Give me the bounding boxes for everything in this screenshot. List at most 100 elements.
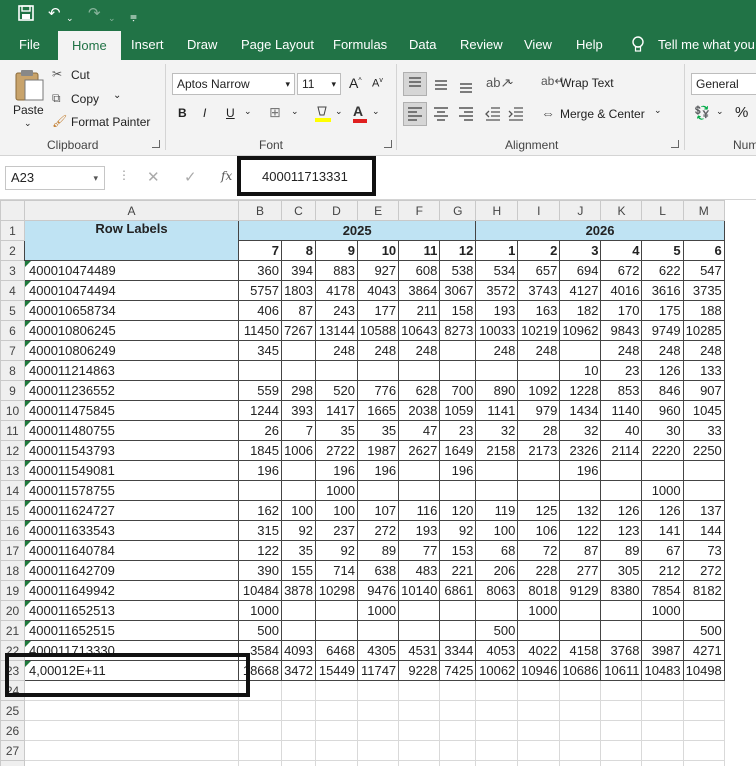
value-cell[interactable]: 125 (517, 500, 561, 521)
value-cell[interactable]: 137 (682, 500, 725, 521)
value-cell[interactable] (600, 460, 643, 481)
value-cell[interactable]: 1000 (238, 600, 282, 621)
value-cell[interactable]: 196 (356, 460, 400, 481)
value-cell[interactable]: 92 (315, 540, 358, 561)
value-cell[interactable]: 714 (315, 560, 358, 581)
value-cell[interactable]: 163 (517, 300, 561, 321)
value-cell[interactable]: 927 (356, 260, 400, 281)
value-cell[interactable] (238, 360, 282, 381)
value-cell[interactable]: 305 (600, 560, 643, 581)
row-header[interactable]: 19 (0, 580, 25, 601)
value-cell[interactable]: 119 (475, 500, 519, 521)
increase-font-icon[interactable]: A^ (349, 75, 362, 91)
empty-cell[interactable] (238, 740, 282, 761)
month-header[interactable]: 12 (439, 240, 477, 261)
row-header[interactable]: 1 (0, 220, 25, 241)
value-cell[interactable]: 853 (600, 380, 643, 401)
value-cell[interactable]: 1006 (281, 440, 316, 461)
value-cell[interactable]: 622 (641, 260, 684, 281)
alignment-launcher-icon[interactable] (671, 140, 679, 148)
value-cell[interactable] (398, 620, 441, 641)
value-cell[interactable]: 3864 (398, 280, 441, 301)
value-cell[interactable] (559, 480, 602, 501)
row-header[interactable]: 2 (0, 240, 25, 261)
value-cell[interactable]: 315 (238, 520, 282, 541)
value-cell[interactable]: 10 (559, 360, 602, 381)
column-header[interactable]: C (281, 200, 316, 221)
value-cell[interactable]: 3584 (238, 640, 282, 661)
empty-cell[interactable] (641, 720, 684, 741)
row-label-cell[interactable]: 400011652513 (24, 600, 239, 621)
value-cell[interactable]: 3472 (281, 660, 316, 681)
empty-cell[interactable] (600, 760, 643, 766)
value-cell[interactable]: 9129 (559, 580, 602, 601)
value-cell[interactable]: 10298 (315, 580, 358, 601)
value-cell[interactable]: 2158 (475, 440, 519, 461)
tab-page-layout[interactable]: Page Layout (241, 28, 314, 60)
row-label-cell[interactable]: 400011652515 (24, 620, 239, 641)
empty-cell[interactable] (559, 740, 602, 761)
value-cell[interactable]: 126 (641, 500, 684, 521)
font-color-dropdown-icon[interactable]: ⌄ (372, 106, 380, 117)
value-cell[interactable] (398, 460, 441, 481)
value-cell[interactable] (281, 480, 316, 501)
empty-cell[interactable] (682, 740, 725, 761)
month-header[interactable]: 4 (600, 240, 643, 261)
value-cell[interactable]: 188 (682, 300, 725, 321)
value-cell[interactable] (682, 460, 725, 481)
value-cell[interactable]: 2038 (398, 400, 441, 421)
row-header[interactable]: 8 (0, 360, 25, 381)
value-cell[interactable] (439, 600, 477, 621)
empty-cell[interactable] (682, 760, 725, 766)
enter-icon[interactable]: ✓ (184, 168, 197, 186)
value-cell[interactable]: 883 (315, 260, 358, 281)
value-cell[interactable] (559, 600, 602, 621)
value-cell[interactable]: 212 (641, 560, 684, 581)
value-cell[interactable] (439, 360, 477, 381)
row-label-cell[interactable]: 400011549081 (24, 460, 239, 481)
column-header[interactable]: I (517, 200, 561, 221)
borders-icon[interactable]: ⊞ (269, 104, 281, 121)
empty-cell[interactable] (356, 720, 400, 741)
empty-cell[interactable] (238, 680, 282, 701)
merge-dropdown-icon[interactable]: ⌄ (654, 105, 662, 116)
value-cell[interactable]: 228 (517, 560, 561, 581)
row-label-cell[interactable]: 4,00012E+11 (24, 660, 239, 681)
value-cell[interactable]: 89 (356, 540, 400, 561)
value-cell[interactable]: 107 (356, 500, 400, 521)
value-cell[interactable]: 3987 (641, 640, 684, 661)
align-right-icon[interactable] (455, 103, 477, 128)
decrease-indent-icon[interactable] (482, 103, 504, 128)
month-header[interactable]: 11 (398, 240, 441, 261)
pivot-row-labels-header[interactable]: Row Labels (24, 220, 239, 261)
value-cell[interactable]: 979 (517, 400, 561, 421)
value-cell[interactable]: 87 (559, 540, 602, 561)
row-header[interactable]: 17 (0, 540, 25, 561)
value-cell[interactable]: 890 (475, 380, 519, 401)
value-cell[interactable]: 1059 (439, 400, 477, 421)
row-label-cell[interactable]: 400010474489 (24, 260, 239, 281)
value-cell[interactable]: 559 (238, 380, 282, 401)
borders-dropdown-icon[interactable]: ⌄ (291, 106, 299, 117)
value-cell[interactable] (356, 620, 400, 641)
formula-input[interactable]: 400011713331 (262, 169, 348, 184)
value-cell[interactable]: 68 (475, 540, 519, 561)
select-all-corner[interactable] (0, 200, 25, 221)
value-cell[interactable] (559, 620, 602, 641)
value-cell[interactable]: 393 (281, 400, 316, 421)
value-cell[interactable]: 8063 (475, 580, 519, 601)
value-cell[interactable]: 13144 (315, 320, 358, 341)
value-cell[interactable]: 4016 (600, 280, 643, 301)
value-cell[interactable]: 175 (641, 300, 684, 321)
value-cell[interactable]: 4043 (356, 280, 400, 301)
empty-cell[interactable] (559, 720, 602, 741)
empty-cell[interactable] (238, 700, 282, 721)
value-cell[interactable]: 133 (682, 360, 725, 381)
value-cell[interactable]: 1000 (641, 480, 684, 501)
increase-indent-icon[interactable] (505, 103, 527, 128)
value-cell[interactable] (398, 600, 441, 621)
value-cell[interactable]: 960 (641, 400, 684, 421)
value-cell[interactable]: 10140 (398, 580, 441, 601)
name-box[interactable]: A23 ▾ (5, 166, 105, 190)
empty-cell[interactable] (238, 720, 282, 741)
